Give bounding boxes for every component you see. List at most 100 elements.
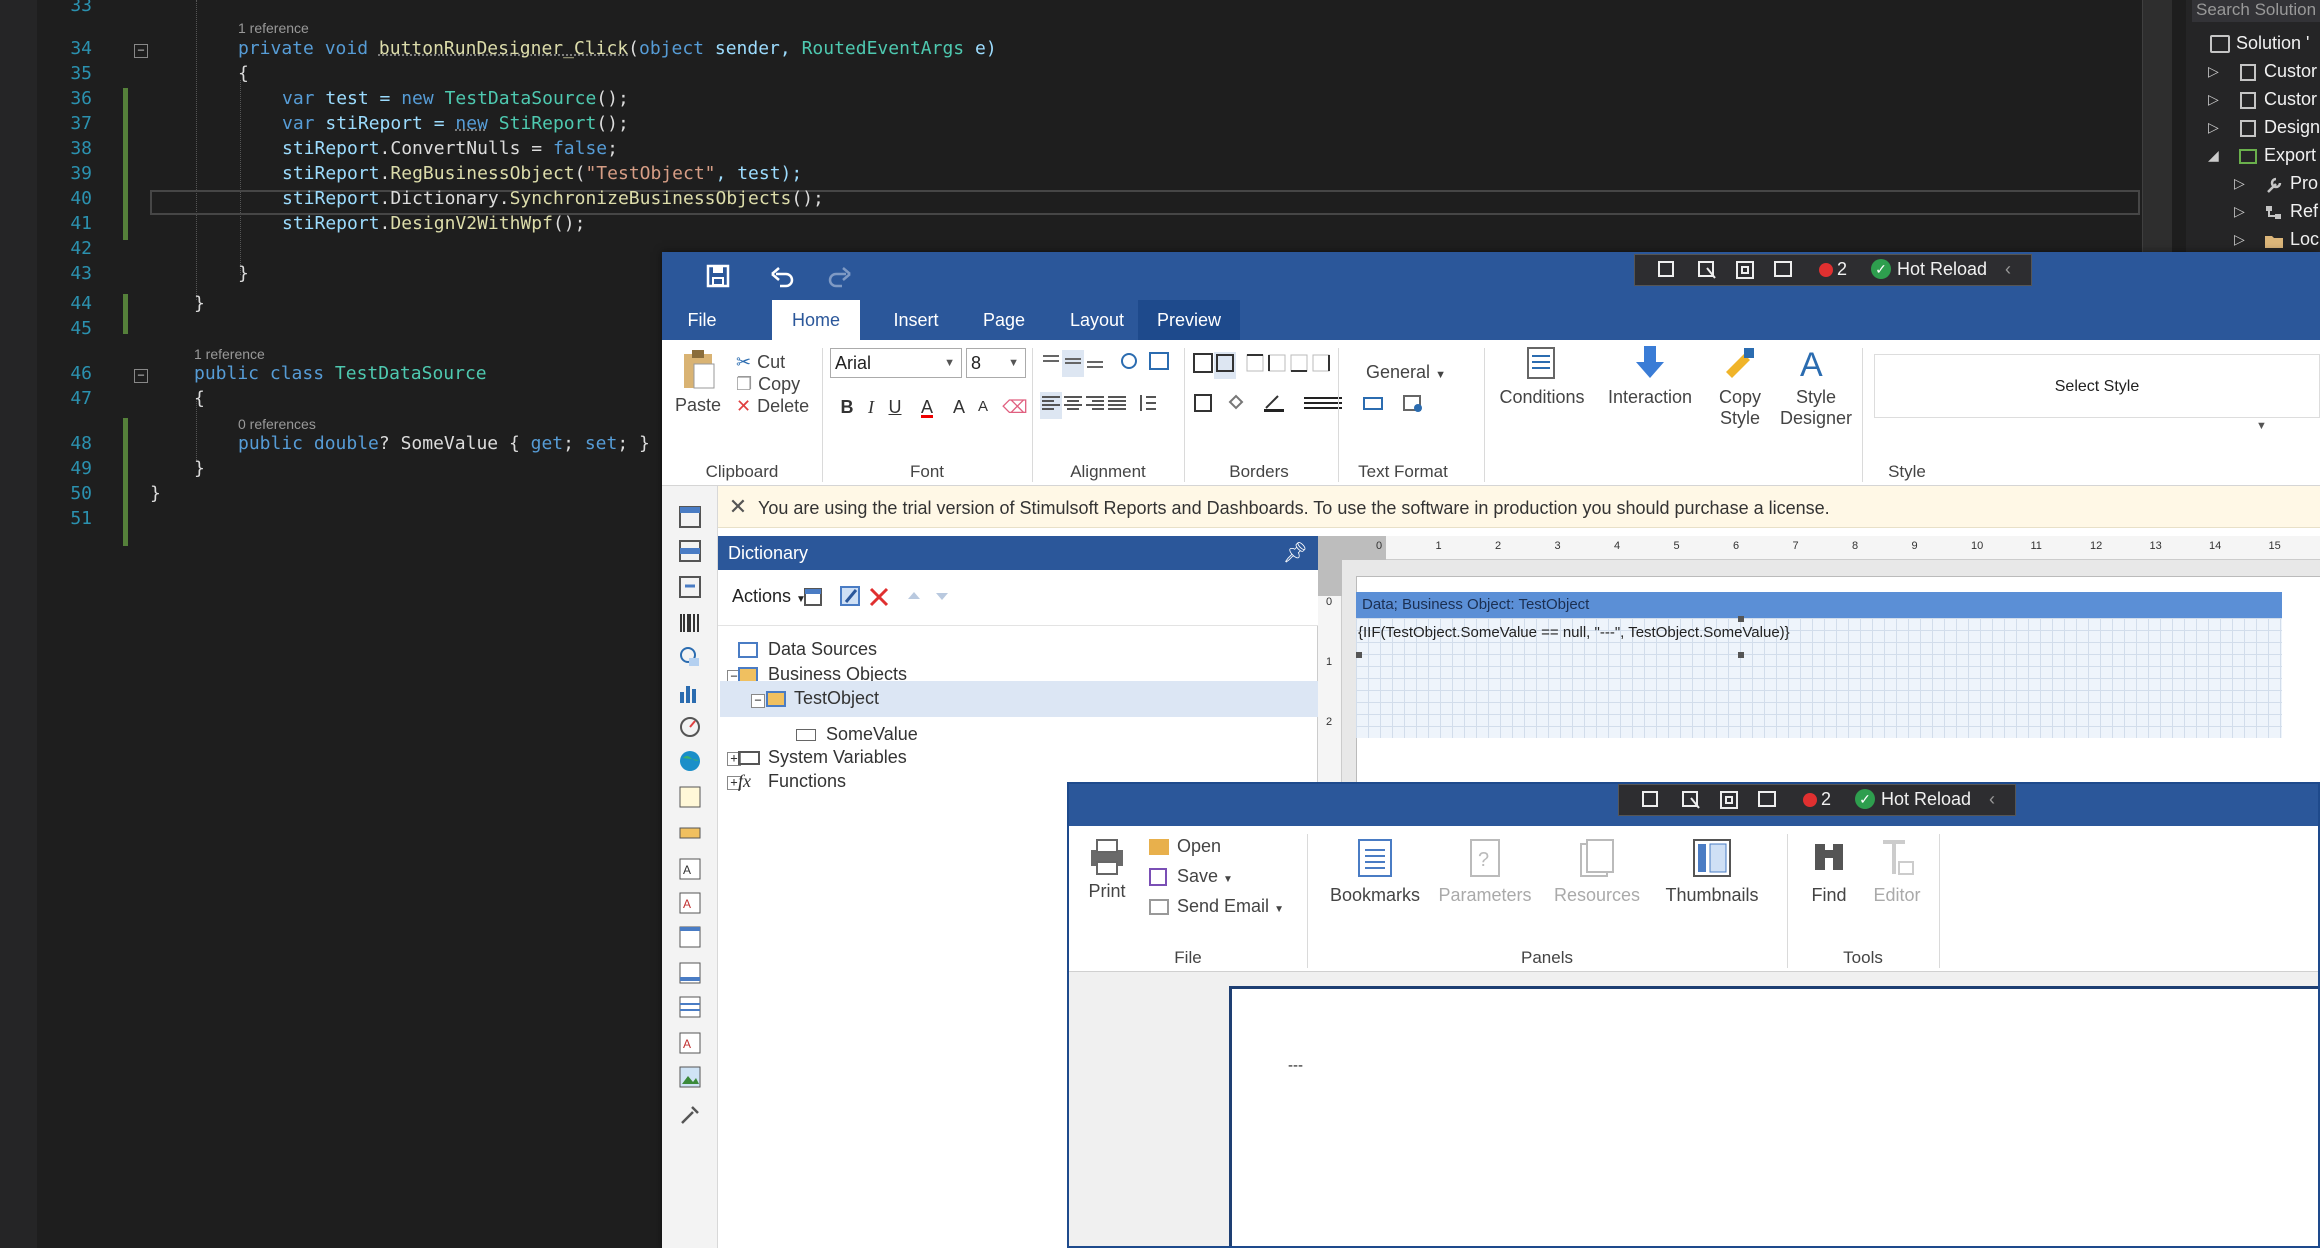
- collapse-toggle[interactable]: −: [751, 694, 765, 708]
- left-border-icon[interactable]: [1266, 352, 1288, 379]
- barcode-icon[interactable]: [677, 610, 703, 636]
- justify-icon[interactable]: [1106, 392, 1128, 419]
- bookmarks-button[interactable]: Bookmarks: [1323, 836, 1427, 906]
- code-line-41[interactable]: stiReport.DesignV2WithWpf();: [282, 211, 585, 236]
- style-designer-button[interactable]: A Style Designer: [1776, 344, 1856, 429]
- project-node[interactable]: ◢ Export: [2208, 142, 2316, 168]
- save-button[interactable]: Save ▼: [1149, 866, 1233, 887]
- resize-handle[interactable]: [1356, 652, 1362, 658]
- align-right-icon[interactable]: [1084, 392, 1106, 419]
- close-icon[interactable]: ✕: [718, 486, 758, 528]
- delete-button[interactable]: ✕ Delete: [736, 396, 809, 417]
- clear-format-icon[interactable]: ⌫: [1002, 394, 1028, 420]
- code-line-47[interactable]: {: [194, 386, 205, 411]
- copy-button[interactable]: ❐ Copy: [736, 374, 800, 395]
- collapse-chevron-icon[interactable]: ‹: [1989, 785, 1995, 813]
- format-dropdown[interactable]: General ▼: [1366, 362, 1446, 383]
- editor-vertical-scrollbar[interactable]: [2142, 0, 2172, 252]
- codelens-references[interactable]: 1 reference: [238, 20, 309, 36]
- chart-icon[interactable]: [677, 680, 703, 706]
- tab-file[interactable]: File: [672, 300, 732, 340]
- codelens-references[interactable]: 0 references: [238, 416, 316, 432]
- project-node[interactable]: ▷ Design: [2208, 114, 2320, 140]
- select-element-icon[interactable]: [1697, 260, 1717, 279]
- code-line-44[interactable]: }: [194, 291, 205, 316]
- tab-preview[interactable]: Preview: [1138, 300, 1240, 340]
- hot-reload-label[interactable]: Hot Reload: [1881, 785, 1971, 813]
- display-adorners-icon[interactable]: [1719, 790, 1739, 809]
- text-component-icon[interactable]: [677, 784, 703, 810]
- folder-node[interactable]: ▷ Loc: [2234, 226, 2319, 252]
- bottom-border-icon[interactable]: [1288, 352, 1310, 379]
- data-band-icon[interactable]: [677, 538, 703, 564]
- tools-icon[interactable]: [677, 1102, 703, 1128]
- project-node[interactable]: ▷ Custor: [2208, 86, 2317, 112]
- new-item-icon[interactable]: [802, 584, 836, 615]
- text-box-icon[interactable]: A: [677, 856, 703, 882]
- expand-arrow-icon[interactable]: ▷: [2234, 170, 2245, 196]
- expand-arrow-icon[interactable]: ▷: [2234, 198, 2245, 224]
- code-line-46[interactable]: public class TestDataSource: [194, 361, 487, 386]
- grow-font-button[interactable]: A: [946, 394, 972, 420]
- format-other-icon[interactable]: [1402, 392, 1432, 419]
- align-left-icon[interactable]: [1040, 392, 1062, 419]
- font-size-combo[interactable]: 8 ▼: [966, 348, 1026, 378]
- report-title-band-icon[interactable]: [677, 504, 703, 530]
- align-bottom-icon[interactable]: [1084, 350, 1106, 377]
- solution-node[interactable]: Solution ': [2210, 30, 2310, 56]
- italic-button[interactable]: I: [858, 394, 884, 420]
- font-color-button[interactable]: A: [914, 394, 940, 420]
- code-line-34[interactable]: private void buttonRunDesigner_Click(obj…: [238, 36, 997, 61]
- expand-arrow-icon[interactable]: ▷: [2208, 58, 2219, 84]
- live-visual-tree-icon[interactable]: [1657, 260, 1677, 278]
- outer-border-icon[interactable]: [1214, 352, 1236, 379]
- tab-page[interactable]: Page: [966, 300, 1042, 340]
- properties-node[interactable]: ▷ Pro: [2234, 170, 2318, 196]
- binding-failures-icon[interactable]: [1815, 260, 1837, 278]
- border-color-icon[interactable]: [1262, 392, 1292, 419]
- code-line-37[interactable]: var stiReport = new StiReport();: [282, 111, 629, 136]
- bold-button[interactable]: B: [834, 394, 860, 420]
- code-line-36[interactable]: var test = new TestDataSource();: [282, 86, 629, 111]
- display-adorners-icon[interactable]: [1735, 260, 1755, 279]
- codelens-references[interactable]: 1 reference: [194, 346, 265, 362]
- resize-handle[interactable]: [1738, 652, 1744, 658]
- format-currency-icon[interactable]: [1362, 392, 1392, 419]
- actions-dropdown[interactable]: Actions ▼: [732, 586, 806, 607]
- code-line-35[interactable]: {: [238, 61, 249, 86]
- word-wrap-icon[interactable]: [1148, 350, 1170, 377]
- print-button[interactable]: Print: [1079, 836, 1135, 902]
- collapse-arrow-icon[interactable]: ◢: [2208, 142, 2219, 168]
- tree-testobject[interactable]: TestObject: [766, 681, 879, 715]
- image-icon[interactable]: [677, 1064, 703, 1090]
- code-line-43[interactable]: }: [238, 261, 249, 286]
- track-focus-icon[interactable]: [1757, 790, 1777, 808]
- fill-color-icon[interactable]: [1226, 392, 1256, 419]
- font-family-combo[interactable]: Arial ▼: [830, 348, 962, 378]
- references-node[interactable]: ▷ Ref: [2234, 198, 2318, 224]
- sub-report-icon[interactable]: A: [677, 1030, 703, 1056]
- gauge-icon[interactable]: [677, 714, 703, 740]
- collapse-chevron-icon[interactable]: ‹: [2005, 255, 2011, 283]
- border-style-icon[interactable]: [1302, 392, 1352, 419]
- right-border-icon[interactable]: [1310, 352, 1332, 379]
- code-line-48[interactable]: public double? SomeValue { get; set; }: [238, 431, 650, 456]
- resize-handle[interactable]: [1738, 616, 1744, 622]
- solution-search-input[interactable]: Search Solution: [2192, 0, 2320, 22]
- select-element-icon[interactable]: [1681, 790, 1701, 809]
- send-email-button[interactable]: Send Email ▼: [1149, 896, 1284, 917]
- text-in-cells-icon[interactable]: A: [677, 890, 703, 916]
- shrink-font-button[interactable]: A: [970, 394, 996, 420]
- line-spacing-icon[interactable]: [1136, 392, 1158, 419]
- paste-button[interactable]: Paste: [668, 348, 728, 416]
- interaction-button[interactable]: Interaction: [1598, 344, 1702, 408]
- open-button[interactable]: Open: [1149, 836, 1221, 857]
- copy-style-button[interactable]: Copy Style: [1710, 344, 1770, 429]
- underline-button[interactable]: U: [882, 394, 908, 420]
- binding-failures-icon[interactable]: [1799, 790, 1821, 808]
- thumbnails-button[interactable]: Thumbnails: [1657, 836, 1767, 906]
- track-focus-icon[interactable]: [1773, 260, 1793, 278]
- shape-icon[interactable]: [677, 644, 703, 670]
- select-style-gallery[interactable]: Select Style: [1874, 354, 2320, 418]
- conditions-button[interactable]: Conditions: [1492, 344, 1592, 408]
